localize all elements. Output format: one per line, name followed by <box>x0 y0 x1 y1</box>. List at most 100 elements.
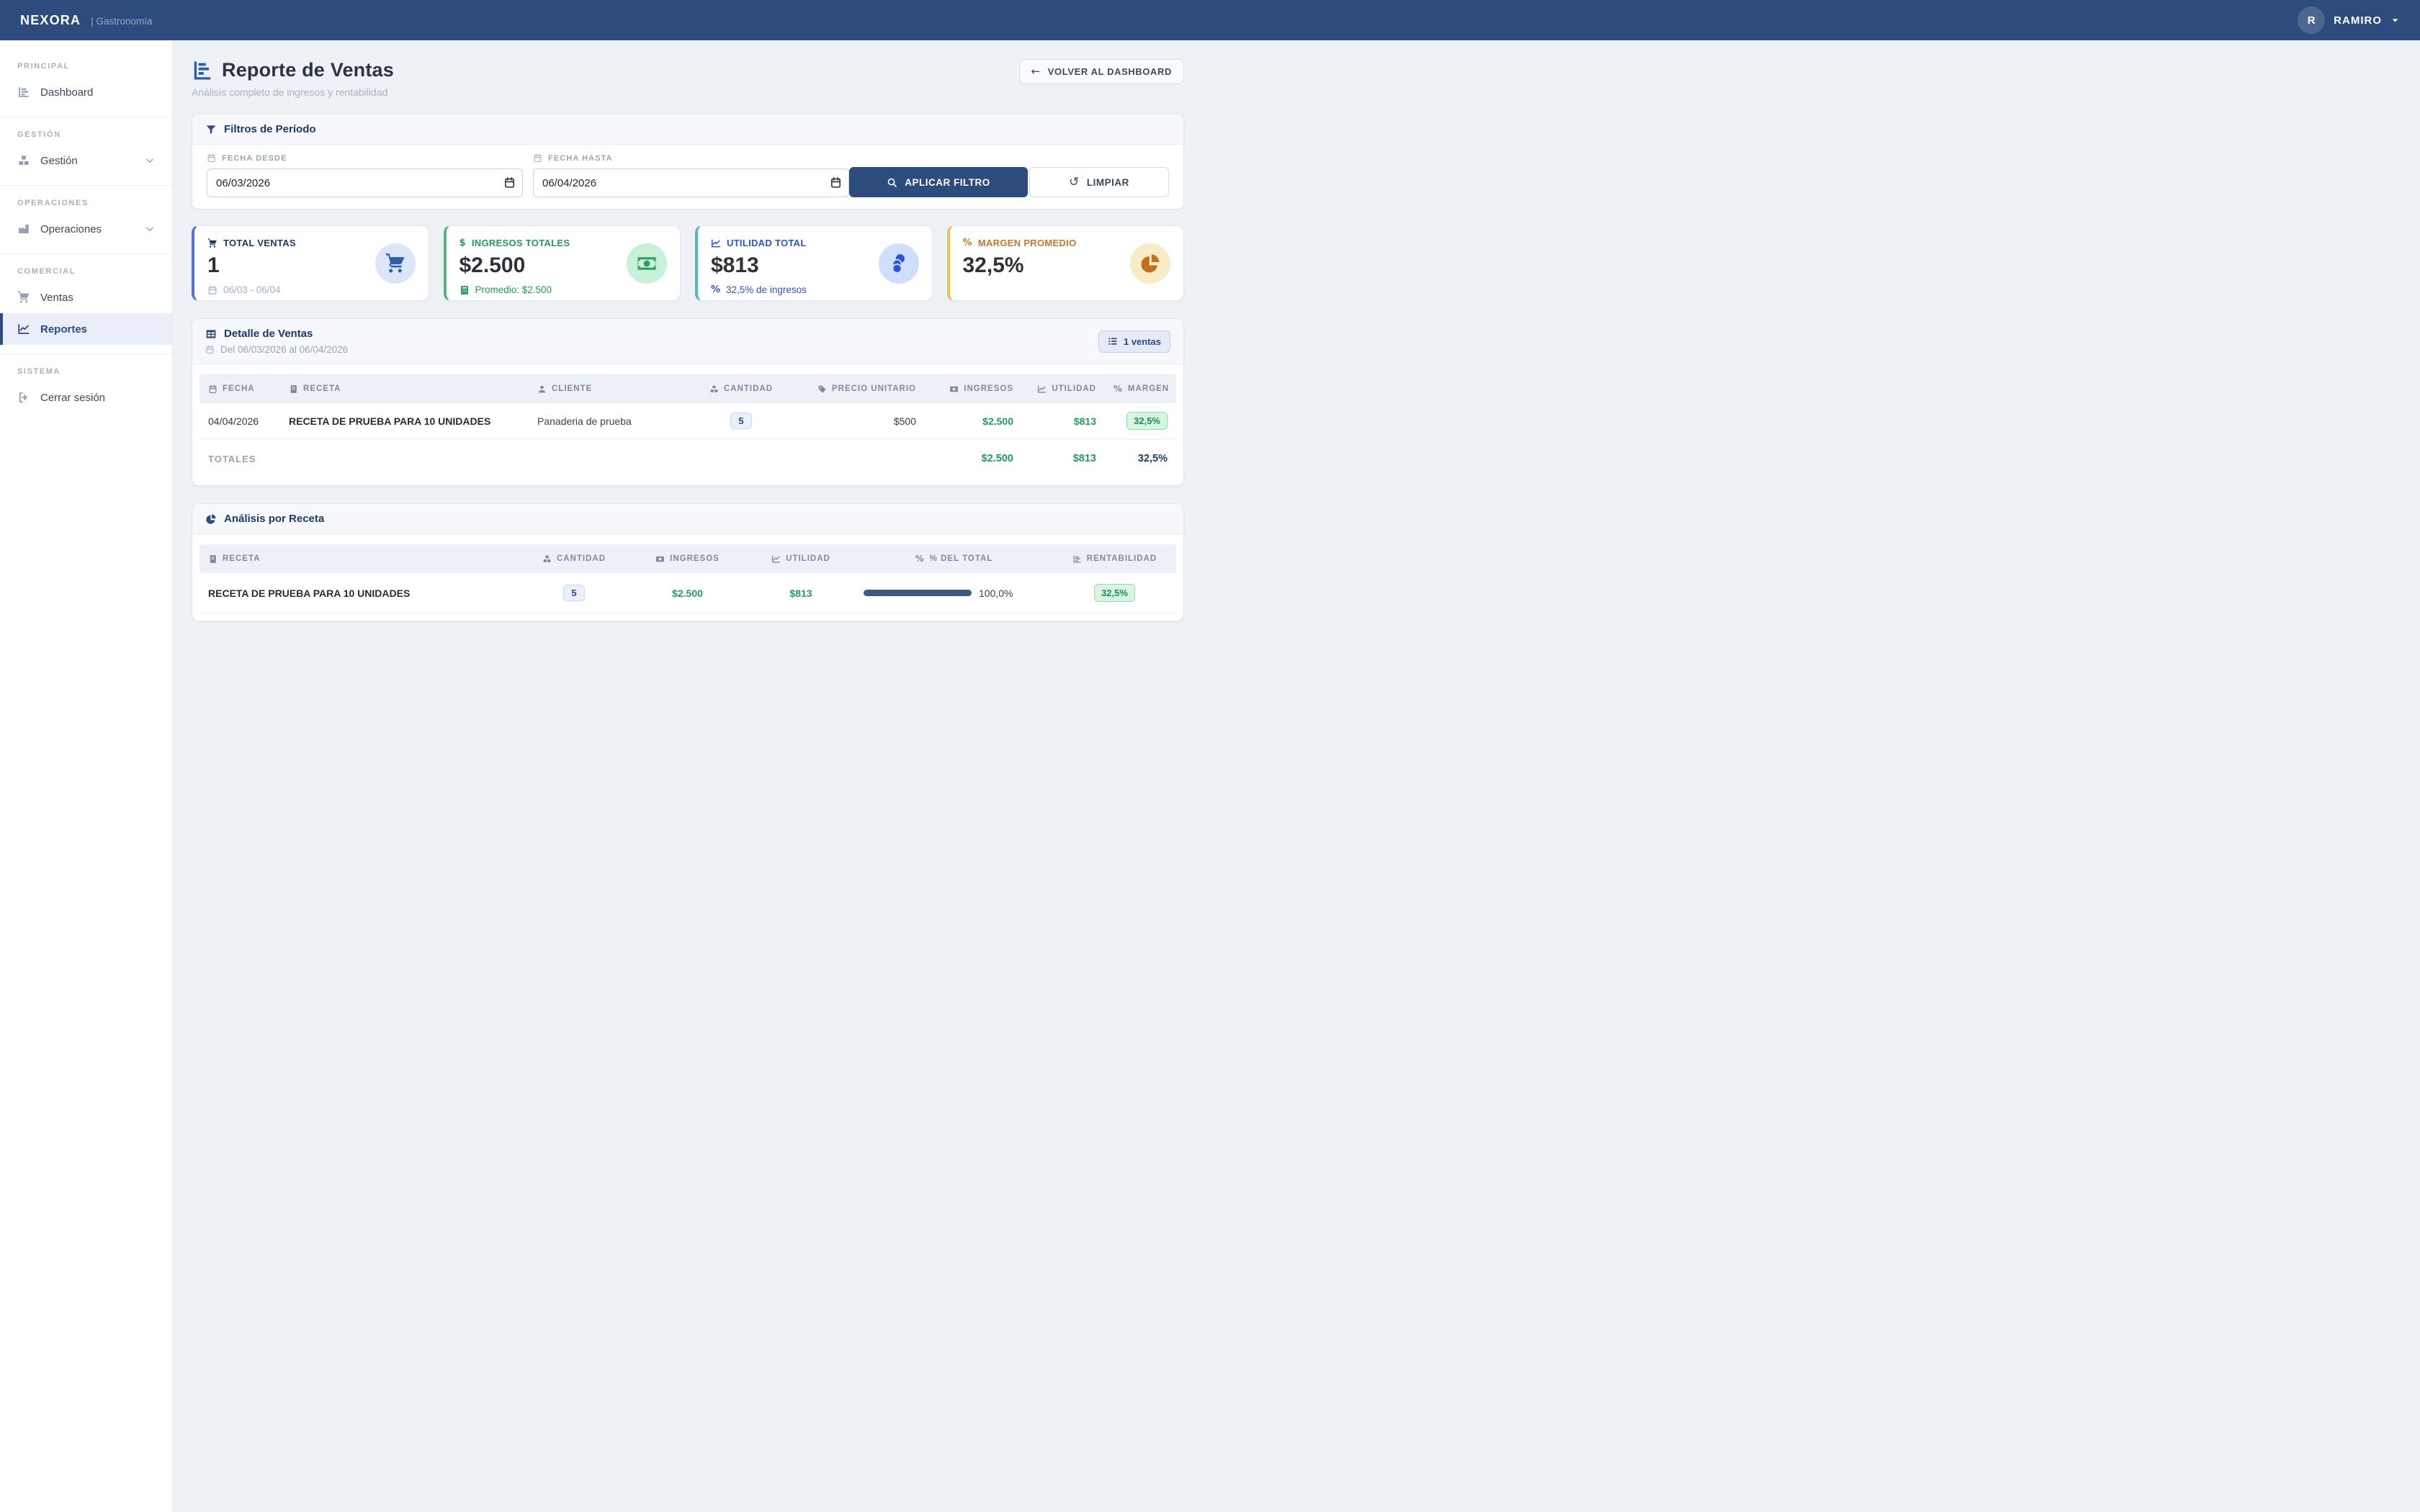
margin-badge: 32,5% <box>1126 412 1168 430</box>
column-header: FECHA <box>223 384 255 393</box>
sidebar-item-reportes[interactable]: Reportes <box>0 313 172 345</box>
chevron-down-icon <box>2390 16 2400 25</box>
sidebar-item-operaciones[interactable]: Operaciones <box>0 213 172 245</box>
sidebar-item-label: Cerrar sesión <box>40 392 105 404</box>
chart-line-icon <box>771 554 781 564</box>
top-navbar: NEXORA | Gastronomía R RAMIRO <box>0 0 2420 40</box>
cart-bubble <box>375 243 416 284</box>
user-menu[interactable]: R RAMIRO <box>2298 6 2400 34</box>
sidebar-item-label: Ventas <box>40 292 73 304</box>
sidebar-item-gestion[interactable]: Gestión <box>0 145 172 176</box>
cubes-icon <box>709 384 719 394</box>
sidebar-item-cerrar-sesion[interactable]: Cerrar sesión <box>0 382 172 413</box>
back-to-dashboard-button[interactable]: ← VOLVER AL DASHBOARD <box>1019 59 1184 84</box>
totals-margen: 32,5% <box>1105 453 1176 464</box>
cubes-icon <box>542 554 552 564</box>
brand-logo: NEXORA <box>20 13 81 28</box>
sidebar-section-gestion: GESTIÓN Gestión <box>0 117 172 185</box>
page-subtitle: Análisis completo de ingresos y rentabil… <box>192 86 394 98</box>
chart-line-icon <box>711 238 721 248</box>
funnel-icon <box>205 124 217 135</box>
datepicker-icon[interactable] <box>830 176 842 189</box>
sales-table-row: 04/04/2026 RECETA DE PRUEBA PARA 10 UNID… <box>200 403 1176 439</box>
chart-bars-icon <box>1072 554 1082 564</box>
totals-ingresos: $2.500 <box>925 453 1022 464</box>
stat-footer: Promedio: $2.500 <box>475 284 552 295</box>
undo-icon: ↺ <box>1069 176 1080 189</box>
cell-utilidad: $813 <box>1022 415 1105 427</box>
calculator-icon <box>460 285 470 295</box>
percent-icon: % <box>963 238 972 248</box>
filters-title: Filtros de Período <box>224 123 316 135</box>
user-name: RAMIRO <box>2334 14 2382 27</box>
arrow-left-icon: ← <box>1031 66 1041 77</box>
clear-filter-label: LIMPIAR <box>1087 177 1129 188</box>
chart-line-icon <box>1037 384 1047 394</box>
recipe-book-icon <box>208 554 218 564</box>
pct-total-bar <box>864 590 972 596</box>
sidebar-section-label: GESTIÓN <box>0 123 172 145</box>
date-from-input[interactable] <box>207 168 523 197</box>
cell-cliente: Panaderia de prueba <box>529 415 691 427</box>
datepicker-icon[interactable] <box>503 176 516 189</box>
filters-card: Filtros de Período FECHA DESDE <box>192 114 1184 210</box>
clear-filter-button[interactable]: ↺ LIMPIAR <box>1029 167 1169 197</box>
qty-badge: 5 <box>563 585 584 601</box>
column-header: INGRESOS <box>964 384 1013 393</box>
sales-table: FECHA RECETA CLIENTE CANTIDAD PRECIO UNI… <box>192 364 1183 485</box>
date-to-input[interactable] <box>533 168 849 197</box>
sales-detail-title: Detalle de Ventas <box>224 328 313 340</box>
date-from-field: FECHA DESDE <box>207 153 523 197</box>
recipe-analysis-title: Análisis por Receta <box>224 513 324 525</box>
recipe-analysis-table: RECETA CANTIDAD INGRESOS UTILIDAD % % DE… <box>192 534 1183 621</box>
tag-icon <box>817 384 827 394</box>
sidebar-item-dashboard[interactable]: Dashboard <box>0 76 172 108</box>
brand-tagline: | Gastronomía <box>91 16 152 27</box>
cubes-icon <box>17 154 30 167</box>
coins-icon <box>888 253 910 274</box>
stat-footer: 32,5% de ingresos <box>726 284 807 295</box>
date-to-field: FECHA HASTA <box>533 153 849 197</box>
avatar[interactable]: R <box>2298 6 2325 34</box>
sidebar-section-label: SISTEMA <box>0 360 172 382</box>
percent-icon: % <box>915 554 925 563</box>
column-header: CLIENTE <box>552 384 592 393</box>
cell-ingresos: $2.500 <box>925 415 1022 427</box>
cart-icon <box>207 238 218 248</box>
sidebar-section-principal: PRINCIPAL Dashboard <box>0 49 172 117</box>
apply-filter-button[interactable]: APLICAR FILTRO <box>849 167 1028 197</box>
sidebar-item-ventas[interactable]: Ventas <box>0 282 172 313</box>
report-chart-icon <box>192 60 213 81</box>
calendar-icon <box>533 153 542 163</box>
sales-table-header: FECHA RECETA CLIENTE CANTIDAD PRECIO UNI… <box>200 374 1176 403</box>
money-bill-icon <box>655 554 665 564</box>
pct-total-track <box>864 590 972 596</box>
sidebar-section-label: COMERCIAL <box>0 260 172 282</box>
sidebar-section-label: PRINCIPAL <box>0 55 172 76</box>
column-header: RENTABILIDAD <box>1087 554 1157 563</box>
chart-pie-icon <box>1139 253 1161 274</box>
sidebar-item-label: Dashboard <box>40 86 93 99</box>
column-header: RECETA <box>303 384 341 393</box>
stat-card-total-ventas: TOTAL VENTAS 1 06/03 - 06/04 <box>192 225 429 301</box>
cart-icon <box>385 253 406 274</box>
chart-pie-icon <box>205 513 217 525</box>
totals-label: TOTALES <box>200 454 280 464</box>
cell-pct-total: 100,0% <box>855 588 1053 599</box>
user-icon <box>537 384 547 394</box>
pie-bubble <box>1130 243 1170 284</box>
column-header: CANTIDAD <box>557 554 606 563</box>
calendar-icon <box>207 285 218 295</box>
money-bill-icon <box>636 253 658 274</box>
sidebar-item-label: Operaciones <box>40 223 102 235</box>
date-to-label: FECHA HASTA <box>548 154 613 163</box>
chart-line-icon <box>17 323 30 336</box>
stat-card-utilidad-total: UTILIDAD TOTAL $813 % 32,5% de ingresos <box>695 225 933 301</box>
column-header: CANTIDAD <box>724 384 773 393</box>
recipe-analysis-card: Análisis por Receta RECETA CANTIDAD INGR… <box>192 503 1184 621</box>
main-content: Reporte de Ventas Análisis completo de i… <box>173 0 1210 650</box>
search-icon <box>887 177 897 188</box>
qty-badge: 5 <box>730 413 751 429</box>
logout-icon <box>17 391 30 404</box>
column-header: INGRESOS <box>670 554 720 563</box>
